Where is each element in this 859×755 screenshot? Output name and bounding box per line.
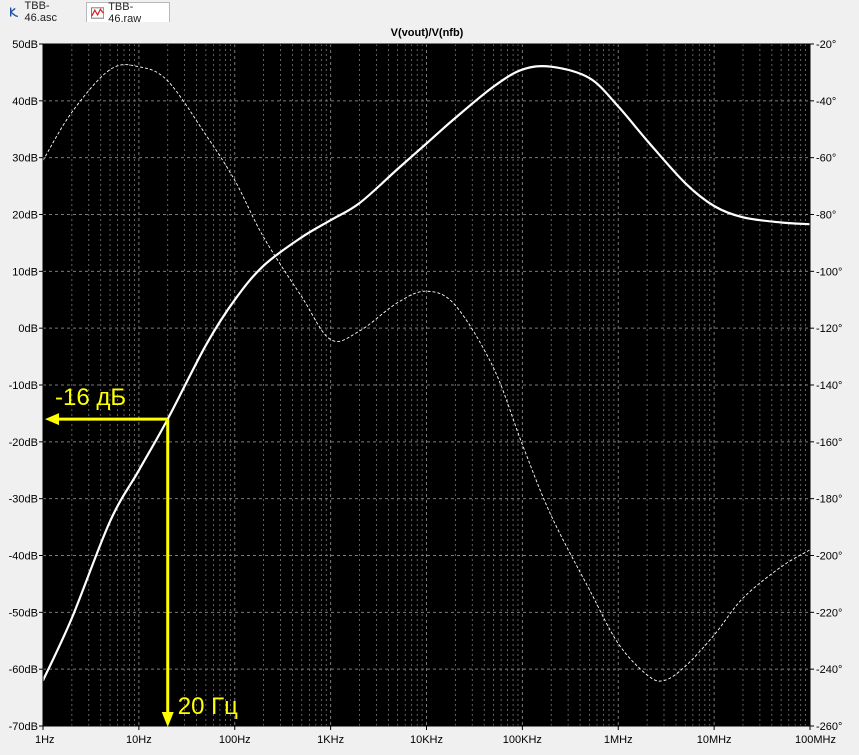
y-left-tick-label: -40dB: [9, 551, 38, 563]
x-tick-label: 1MHz: [604, 734, 633, 746]
x-tick-label: 10KHz: [410, 734, 443, 746]
y-right-tick-label: -260°: [816, 721, 842, 733]
y-left-tick-label: 20dB: [12, 210, 38, 222]
x-tick-label: 100Hz: [219, 734, 251, 746]
tab-waveform[interactable]: TBB-46.raw: [86, 0, 170, 25]
plot-pane[interactable]: 50dB 40dB 30dB 20dB 10dB 0dB -10dB -20dB -30dB -4…: [0, 24, 859, 750]
y-left-tick-label: 40dB: [12, 96, 38, 108]
tab-schematic[interactable]: TBB-46.asc: [4, 0, 82, 24]
y-right-tick-label: -200°: [816, 551, 842, 563]
y-left-tick-label: 0dB: [18, 323, 38, 335]
y-left-tick-label: -20dB: [9, 437, 38, 449]
tab-bar: TBB-46.asc TBB-46.raw: [0, 0, 859, 25]
y-right-tick-label: -60°: [816, 153, 836, 165]
y-left-tick-label: 50dB: [12, 39, 38, 51]
y-left-tick-label: -30dB: [9, 494, 38, 506]
y-right-tick-label: -40°: [816, 96, 836, 108]
y-right-tick-label: -160°: [816, 437, 842, 449]
y-left-tick-label: -70dB: [9, 721, 38, 733]
y-right-tick-label: -80°: [816, 210, 836, 222]
x-tick-label: 100KHz: [503, 734, 542, 746]
y-left-tick-label: -10dB: [9, 380, 38, 392]
y-right-tick-label: -240°: [816, 664, 842, 676]
x-tick-label: 10Hz: [126, 734, 152, 746]
y-left-tick-label: -50dB: [9, 607, 38, 619]
bode-plot[interactable]: 50dB 40dB 30dB 20dB 10dB 0dB -10dB -20dB -30dB -4…: [0, 24, 859, 750]
schematic-icon: [10, 7, 19, 18]
tab-schematic-label: TBB-46.asc: [24, 0, 57, 24]
x-tick-label: 1KHz: [317, 734, 344, 746]
y-left-tick-label: 30dB: [12, 153, 38, 165]
x-tick-label: 1Hz: [35, 734, 55, 746]
y-left-tick-label: 10dB: [12, 266, 38, 278]
chart-title: V(vout)/V(nfb): [391, 27, 464, 39]
y-right-tick-label: -140°: [816, 380, 842, 392]
y-right-tick-label: -100°: [816, 266, 842, 278]
x-tick-label: 100MHz: [795, 734, 836, 746]
tab-waveform-label: TBB-46.raw: [108, 0, 142, 25]
y-right-tick-label: -20°: [816, 39, 836, 51]
y-right-tick-label: -120°: [816, 323, 842, 335]
x-tick-label: 10MHz: [697, 734, 732, 746]
annotation-label-frequency: 20 Гц: [178, 693, 238, 720]
y-right-tick-label: -180°: [816, 494, 842, 506]
y-right-tick-label: -220°: [816, 607, 842, 619]
waveform-icon: [91, 6, 105, 19]
y-left-tick-label: -60dB: [9, 664, 38, 676]
annotation-label-gain: -16 дБ: [55, 384, 126, 411]
